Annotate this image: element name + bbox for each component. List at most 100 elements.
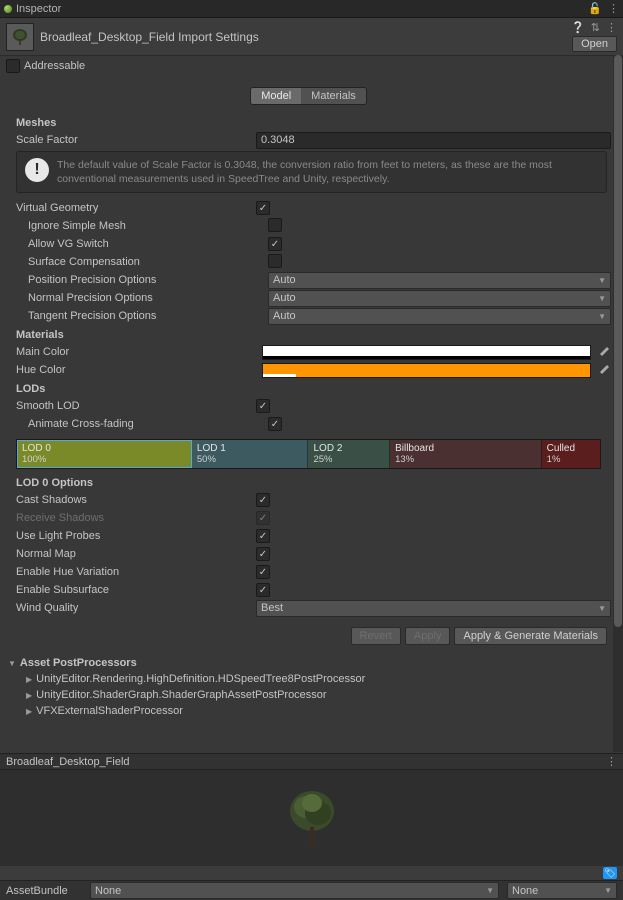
scale-factor-input[interactable] [256,132,611,149]
apply-button[interactable]: Apply [405,627,451,645]
eyedropper-icon[interactable] [597,363,611,377]
lod-segment-billboard[interactable]: Billboard13% [390,440,542,468]
wind-quality-label: Wind Quality [16,602,256,614]
tangent-precision-dropdown[interactable]: Auto▼ [268,308,611,325]
lock-icon[interactable]: 🔓 [588,2,602,15]
section-lods: LODs [16,383,611,395]
enable-hue-variation-checkbox[interactable] [256,565,270,579]
foldout-arrow-icon: ▼ [8,659,16,668]
virtual-geometry-label: Virtual Geometry [16,202,256,214]
cast-shadows-label: Cast Shadows [16,494,256,506]
ignore-simple-mesh-label: Ignore Simple Mesh [28,220,268,232]
allow-vg-switch-checkbox[interactable] [268,237,282,251]
position-precision-dropdown[interactable]: Auto▼ [268,272,611,289]
info-text: The default value of Scale Factor is 0.3… [57,158,598,186]
normal-precision-dropdown[interactable]: Auto▼ [268,290,611,307]
foldout-arrow-icon: ▶ [26,691,32,700]
normal-map-checkbox[interactable] [256,547,270,561]
ignore-simple-mesh-checkbox[interactable] [268,218,282,232]
window-titlebar: Inspector 🔓 ⋮ [0,0,623,18]
import-tabs: Model Materials [250,87,367,105]
post-processors-foldout[interactable]: ▼ Asset PostProcessors [6,655,611,671]
asset-bundle-name-dropdown[interactable]: None▼ [90,882,499,899]
position-precision-label: Position Precision Options [28,274,268,286]
asset-bundle-bar: AssetBundle None▼ None▼ [0,880,623,900]
enable-hue-variation-label: Enable Hue Variation [16,566,256,578]
lod-bar[interactable]: LOD 0100% LOD 150% LOD 225% Billboard13%… [16,439,601,469]
surface-compensation-checkbox[interactable] [268,254,282,268]
allow-vg-switch-label: Allow VG Switch [28,238,268,250]
receive-shadows-checkbox [256,511,270,525]
preview-header[interactable]: Broadleaf_Desktop_Field ⋮ [0,753,623,770]
animate-crossfading-label: Animate Cross-fading [28,418,268,430]
asset-thumbnail-icon [6,23,34,51]
inspector-tab-title[interactable]: Inspector [16,3,61,15]
chevron-down-icon: ▼ [598,312,606,321]
post-processor-item[interactable]: ▶UnityEditor.Rendering.HighDefinition.HD… [6,671,611,687]
enable-subsurface-label: Enable Subsurface [16,584,256,596]
eyedropper-icon[interactable] [597,345,611,359]
chevron-down-icon: ▼ [604,886,612,895]
use-light-probes-label: Use Light Probes [16,530,256,542]
use-light-probes-checkbox[interactable] [256,529,270,543]
smooth-lod-checkbox[interactable] [256,399,270,413]
scrollbar-thumb[interactable] [614,55,622,627]
cast-shadows-checkbox[interactable] [256,493,270,507]
header-menu-icon[interactable]: ⋮ [606,21,617,34]
lod-segment-0[interactable]: LOD 0100% [17,440,192,468]
section-meshes: Meshes [16,117,611,129]
unity-logo-icon [4,5,12,13]
asset-bundle-variant-dropdown[interactable]: None▼ [507,882,617,899]
chevron-down-icon: ▼ [598,604,606,613]
smooth-lod-label: Smooth LOD [16,400,256,412]
tab-materials[interactable]: Materials [301,88,366,104]
tab-model[interactable]: Model [251,88,301,104]
section-lod0-options: LOD 0 Options [16,477,611,489]
addressable-checkbox[interactable] [6,59,20,73]
info-icon: ! [25,158,49,182]
asset-bundle-label: AssetBundle [6,885,82,897]
tangent-precision-label: Tangent Precision Options [28,310,268,322]
revert-button[interactable]: Revert [351,627,401,645]
main-color-label: Main Color [16,346,256,358]
chevron-down-icon: ▼ [486,886,494,895]
post-processor-item[interactable]: ▶VFXExternalShaderProcessor [6,703,611,719]
asset-preview[interactable] [0,770,623,866]
main-color-swatch[interactable] [262,345,591,360]
lod-segment-culled[interactable]: Culled1% [542,440,600,468]
asset-header: Broadleaf_Desktop_Field Import Settings … [0,18,623,56]
asset-label-icon[interactable]: 🏷 [603,867,617,879]
lod-segment-1[interactable]: LOD 150% [192,440,309,468]
animate-crossfading-checkbox[interactable] [268,417,282,431]
preview-title: Broadleaf_Desktop_Field [6,756,130,768]
preview-menu-icon[interactable]: ⋮ [606,755,617,768]
asset-title: Broadleaf_Desktop_Field Import Settings [40,30,259,44]
tree-preview-icon [282,783,342,853]
hue-color-label: Hue Color [16,364,256,376]
panel-menu-icon[interactable]: ⋮ [608,2,619,15]
enable-subsurface-checkbox[interactable] [256,583,270,597]
wind-quality-dropdown[interactable]: Best▼ [256,600,611,617]
preset-icon[interactable]: ⇅ [591,21,600,34]
virtual-geometry-checkbox[interactable] [256,201,270,215]
open-button[interactable]: Open [572,36,617,52]
chevron-down-icon: ▼ [598,294,606,303]
scale-factor-label: Scale Factor [16,134,256,146]
scale-factor-info: ! The default value of Scale Factor is 0… [16,151,607,193]
addressable-label: Addressable [24,60,85,72]
apply-generate-button[interactable]: Apply & Generate Materials [454,627,607,645]
post-processor-item[interactable]: ▶UnityEditor.ShaderGraph.ShaderGraphAsse… [6,687,611,703]
vertical-scrollbar[interactable] [613,55,623,752]
normal-map-label: Normal Map [16,548,256,560]
hue-color-swatch[interactable] [262,363,591,378]
receive-shadows-label: Receive Shadows [16,512,256,524]
normal-precision-label: Normal Precision Options [28,292,268,304]
lod-segment-2[interactable]: LOD 225% [308,440,390,468]
chevron-down-icon: ▼ [598,276,606,285]
section-materials: Materials [16,329,611,341]
help-icon[interactable]: ❔ [571,21,585,34]
asset-label-strip: 🏷 [0,866,623,880]
foldout-arrow-icon: ▶ [26,675,32,684]
surface-compensation-label: Surface Compensation [28,256,268,268]
foldout-arrow-icon: ▶ [26,707,32,716]
